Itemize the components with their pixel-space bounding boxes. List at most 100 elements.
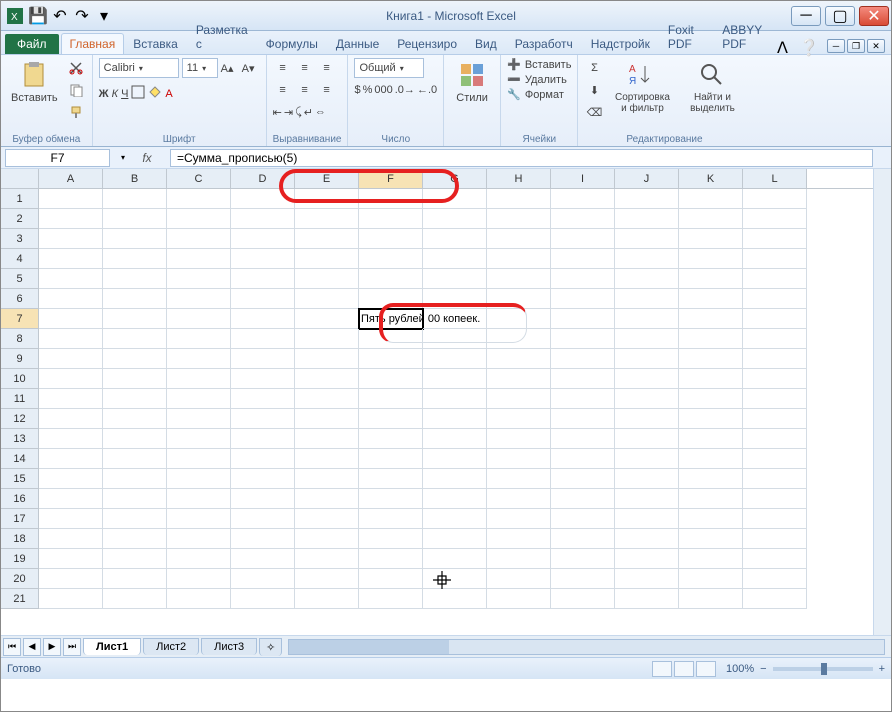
cell[interactable] [39, 389, 103, 409]
cell[interactable] [423, 329, 487, 349]
cell[interactable] [167, 409, 231, 429]
cell[interactable] [359, 369, 423, 389]
cell[interactable] [359, 209, 423, 229]
cell[interactable] [167, 389, 231, 409]
cell[interactable] [167, 329, 231, 349]
cell[interactable] [679, 389, 743, 409]
cell[interactable] [295, 349, 359, 369]
cell[interactable] [167, 509, 231, 529]
cell[interactable] [231, 189, 295, 209]
cell[interactable] [679, 429, 743, 449]
cell[interactable] [423, 469, 487, 489]
cell[interactable] [487, 309, 551, 329]
cell[interactable] [487, 469, 551, 489]
cell[interactable] [743, 369, 807, 389]
row-header[interactable]: 6 [1, 289, 39, 309]
cell[interactable] [167, 289, 231, 309]
row-header[interactable]: 9 [1, 349, 39, 369]
fill-button[interactable]: ⬇ [584, 80, 604, 100]
cell[interactable] [551, 249, 615, 269]
cell[interactable] [551, 229, 615, 249]
cell[interactable] [743, 329, 807, 349]
cell[interactable] [679, 449, 743, 469]
ribbon-tab-view[interactable]: Вид [466, 33, 506, 54]
view-pagelayout-button[interactable] [674, 661, 694, 677]
cell[interactable] [679, 569, 743, 589]
cell[interactable] [295, 449, 359, 469]
cell[interactable] [103, 389, 167, 409]
italic-button[interactable]: К [112, 88, 118, 100]
cell[interactable] [743, 509, 807, 529]
cell[interactable] [295, 569, 359, 589]
cell[interactable] [423, 189, 487, 209]
cell[interactable] [39, 349, 103, 369]
cell[interactable] [423, 509, 487, 529]
cell[interactable] [423, 529, 487, 549]
cell[interactable] [231, 269, 295, 289]
cell[interactable] [615, 389, 679, 409]
cell[interactable] [551, 529, 615, 549]
cell[interactable] [679, 549, 743, 569]
cell[interactable] [295, 189, 359, 209]
cell[interactable] [487, 509, 551, 529]
column-header[interactable]: L [743, 169, 807, 188]
cell[interactable] [423, 369, 487, 389]
cell[interactable] [231, 489, 295, 509]
cell[interactable] [39, 529, 103, 549]
delete-cells-button[interactable]: ➖Удалить [507, 73, 567, 86]
row-header[interactable]: 1 [1, 189, 39, 209]
cell[interactable] [679, 369, 743, 389]
cell[interactable] [679, 409, 743, 429]
cell[interactable]: Пять рублей 00 копеек. [359, 309, 423, 329]
cell[interactable] [615, 529, 679, 549]
zoom-out-button[interactable]: − [760, 663, 766, 675]
cell[interactable] [167, 229, 231, 249]
autosum-button[interactable]: Σ [584, 58, 604, 78]
cell[interactable] [167, 249, 231, 269]
cell[interactable] [231, 529, 295, 549]
cell[interactable] [679, 529, 743, 549]
name-box-dropdown-icon[interactable]: ▾ [121, 153, 125, 162]
cell[interactable] [679, 489, 743, 509]
window-minimize-button[interactable]: ─ [791, 6, 821, 26]
sheet-nav-prev-button[interactable]: ◀ [23, 638, 41, 656]
view-normal-button[interactable] [652, 661, 672, 677]
cell[interactable] [615, 589, 679, 609]
cell[interactable] [103, 269, 167, 289]
ribbon-tab-home[interactable]: Главная [61, 33, 125, 54]
cell[interactable] [423, 489, 487, 509]
cell[interactable] [743, 309, 807, 329]
cell[interactable] [743, 569, 807, 589]
sheet-tab-1[interactable]: Лист1 [83, 638, 141, 655]
row-header[interactable]: 8 [1, 329, 39, 349]
cell[interactable] [39, 309, 103, 329]
cell[interactable] [359, 489, 423, 509]
ribbon-tab-insert[interactable]: Вставка [124, 33, 187, 54]
format-painter-button[interactable] [66, 102, 86, 122]
cell[interactable] [39, 509, 103, 529]
cell[interactable] [103, 549, 167, 569]
cell[interactable] [615, 309, 679, 329]
cell[interactable] [295, 309, 359, 329]
cell[interactable] [423, 389, 487, 409]
comma-button[interactable]: 000 [374, 84, 392, 96]
orientation-button[interactable]: ⤹ [295, 106, 302, 119]
row-header[interactable]: 14 [1, 449, 39, 469]
ribbon-tab-foxit[interactable]: Foxit PDF [659, 19, 713, 54]
cell[interactable] [295, 369, 359, 389]
cell[interactable] [551, 469, 615, 489]
row-header[interactable]: 3 [1, 229, 39, 249]
row-header[interactable]: 15 [1, 469, 39, 489]
cell[interactable] [167, 489, 231, 509]
find-select-button[interactable]: Найти и выделить [680, 58, 744, 116]
cell[interactable] [487, 329, 551, 349]
cell[interactable] [295, 329, 359, 349]
cell[interactable] [295, 589, 359, 609]
cell[interactable] [487, 389, 551, 409]
cell[interactable] [743, 289, 807, 309]
cell[interactable] [167, 209, 231, 229]
cell[interactable] [743, 549, 807, 569]
cell[interactable] [679, 269, 743, 289]
cell[interactable] [679, 349, 743, 369]
cell[interactable] [615, 569, 679, 589]
